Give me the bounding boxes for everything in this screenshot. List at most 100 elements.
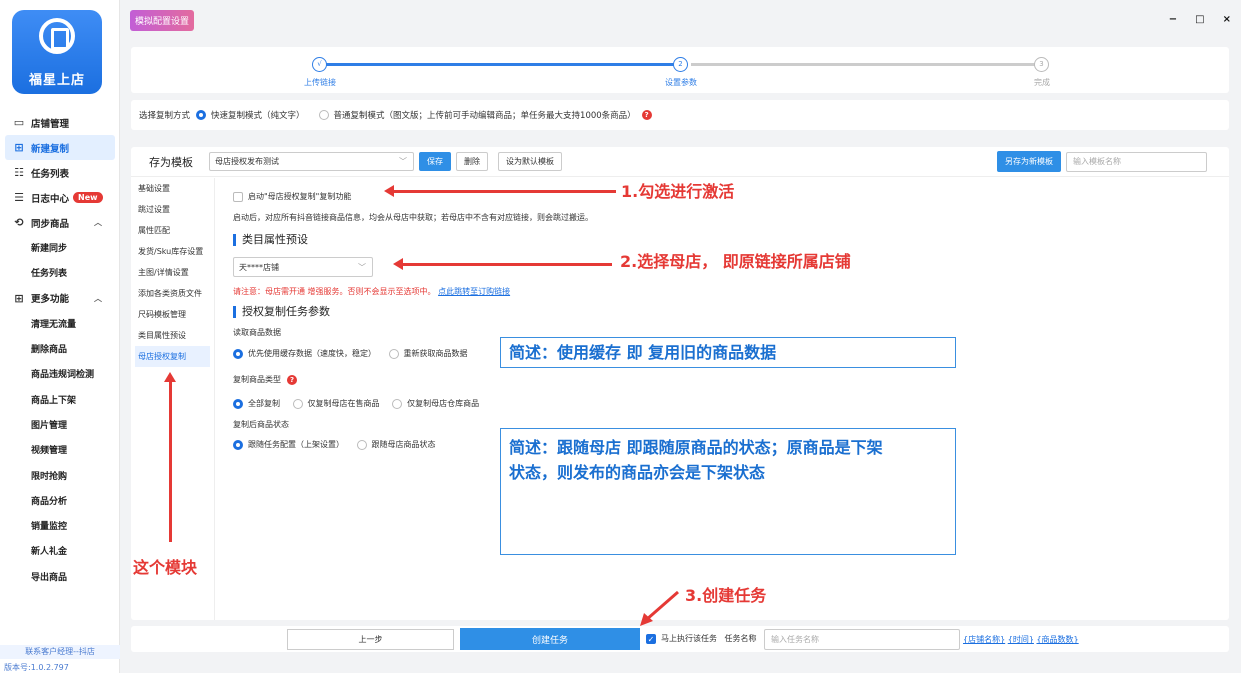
step-2-label: 设置参数 [665, 78, 697, 87]
sidebar-item-store[interactable]: ▭ 店铺管理 [0, 110, 120, 135]
subnav-parent-store-copy[interactable]: 母店授权复制 [135, 346, 210, 367]
tag-product-count[interactable]: {商品数数} [1036, 635, 1078, 644]
log-icon: ☰ [14, 191, 24, 204]
minimize-button[interactable]: − [1169, 14, 1177, 25]
copy-type-label: 复制商品类型 [233, 375, 281, 384]
sidebar-sub-new-sync[interactable]: 新建同步 [0, 235, 120, 260]
sidebar-sub-item[interactable]: 商品分析 [0, 488, 120, 513]
sidebar-sub-item[interactable]: 图片管理 [0, 412, 120, 437]
sidebar-item-task-list[interactable]: ☷ 任务列表 [0, 160, 120, 185]
template-name-input[interactable]: 输入模板名称 [1066, 151, 1207, 172]
sidebar-sub-item[interactable]: 销量监控 [0, 513, 120, 538]
subnav-size-template[interactable]: 尺码模板管理 [131, 304, 214, 325]
tag-time[interactable]: {时间} [1008, 635, 1034, 644]
subscribe-link[interactable]: 点此跳转至订购链接 [438, 287, 510, 296]
subnav-qualification[interactable]: 添加各类资质文件 [131, 283, 214, 304]
annotation-box-state: 简述：跟随母店 即跟随原商品的状态；原商品是下架 状态，则发布的商品亦会是下架状… [500, 428, 956, 555]
sidebar-sub-item[interactable]: 限时抢购 [0, 462, 120, 487]
template-select[interactable]: 母店授权发布测试 ﹀ [209, 152, 414, 171]
task-name-input[interactable]: 输入任务名称 [764, 629, 960, 650]
store-note: 请注意：母店需开通 增强服务。否则不会显示至选项中。 点此跳转至订购链接 [233, 286, 510, 297]
annotation-arrow-1 [384, 185, 616, 197]
state-follow-task-option[interactable]: 跟随任务配置（上架设置） [233, 439, 344, 450]
sidebar-sub-item[interactable]: 新人礼金 [0, 538, 120, 563]
sidebar-sub-item[interactable]: 商品上下架 [0, 386, 120, 411]
copy-type-label-row: 复制商品类型? [233, 374, 297, 385]
normal-mode-radio[interactable] [318, 110, 329, 120]
annotation-box-state-line2: 状态，则发布的商品亦会是下架状态 [509, 463, 766, 482]
annotation-arrow-module [164, 372, 176, 542]
copy-state-label: 复制后商品状态 [233, 420, 289, 429]
enable-parent-copy-checkbox[interactable] [233, 191, 243, 202]
save-template-button[interactable]: 保存 [419, 152, 451, 171]
annotation-arrow-3 [640, 590, 679, 626]
contact-manager-link[interactable]: 联系客户经理--抖店 [0, 645, 120, 659]
read-cache-option[interactable]: 优先使用缓存数据（速度快，稳定） [233, 348, 376, 359]
fast-mode-label[interactable]: 快速复制模式（纯文字） [211, 109, 305, 121]
tag-store-name[interactable]: {店铺名称} [963, 635, 1005, 644]
subnav-shipping-sku[interactable]: 发货/Sku库存设置 [131, 241, 214, 262]
sidebar-sub-item[interactable]: 导出商品 [0, 564, 120, 589]
bottom-action-bar: 上一步 创建任务 ✓ 马上执行该任务 任务名称 输入任务名称 {店铺名称} {时间… [131, 626, 1229, 652]
window-controls: − □ × [1169, 14, 1231, 25]
enable-parent-copy-label[interactable]: 启动"母店授权复制"复制功能 [248, 192, 351, 201]
task-name-tags: {店铺名称} {时间} {商品数数} [963, 634, 1079, 645]
close-button[interactable]: × [1223, 14, 1231, 25]
annotation-arrow-2 [393, 258, 612, 270]
subnav-attr-match[interactable]: 属性匹配 [131, 220, 214, 241]
type-all-radio[interactable] [233, 398, 243, 409]
annotation-box-cache: 简述：使用缓存 即 复用旧的商品数据 [500, 337, 956, 368]
sidebar-sub-item[interactable]: 清理无流量 [0, 311, 120, 336]
template-label: 存为模板 [149, 155, 193, 169]
sidebar-item-more[interactable]: ⊞ 更多功能 ︿ [0, 286, 120, 311]
type-all-option[interactable]: 全部复制 [233, 398, 280, 409]
state-follow-parent-option[interactable]: 跟随母店商品状态 [356, 439, 436, 450]
save-as-new-template-button[interactable]: 另存为新模板 [997, 151, 1061, 172]
set-default-template-button[interactable]: 设为默认模板 [498, 152, 562, 171]
subnav-images[interactable]: 主图/详情设置 [131, 262, 214, 283]
task-name-label: 任务名称 [724, 634, 757, 643]
subnav-skip[interactable]: 跳过设置 [131, 199, 214, 220]
sync-icon: ⟲ [14, 216, 24, 229]
state-follow-task-radio[interactable] [233, 439, 243, 450]
fast-mode-radio[interactable] [196, 110, 207, 120]
step-3-dot: 3 [1034, 57, 1049, 72]
type-onsale-radio[interactable] [292, 398, 303, 409]
sidebar-sub-item[interactable]: 删除商品 [0, 336, 120, 361]
progress-line-done [321, 63, 681, 66]
subnav-category-preset[interactable]: 类目属性预设 [131, 325, 214, 346]
parent-store-select[interactable]: 天****店铺 ﹀ [233, 257, 373, 277]
help-icon[interactable]: ? [287, 375, 297, 385]
type-warehouse-radio[interactable] [392, 398, 403, 409]
sidebar-sub-item[interactable]: 视频管理 [0, 437, 120, 462]
app-name: 福星上店 [28, 73, 85, 88]
type-warehouse-option[interactable]: 仅复制母店仓库商品 [392, 398, 479, 409]
exec-now-label[interactable]: 马上执行该任务 [661, 634, 717, 643]
sidebar-item-sync[interactable]: ⟲ 同步商品 ︿ [0, 210, 120, 235]
read-cache-radio[interactable] [233, 348, 243, 359]
annotation-step-1: 1.勾选进行激活 [621, 182, 735, 201]
maximize-button[interactable]: □ [1195, 14, 1204, 25]
type-onsale-option[interactable]: 仅复制母店在售商品 [292, 398, 380, 409]
sidebar-item-new-copy[interactable]: ⊞ 新建复制 [5, 135, 115, 160]
sidebar-sub-sync-tasks[interactable]: 任务列表 [0, 260, 120, 285]
exec-now-checkbox[interactable]: ✓ [646, 633, 656, 644]
help-icon[interactable]: ? [641, 110, 652, 120]
read-refetch-radio[interactable] [388, 348, 399, 359]
subnav-basic[interactable]: 基础设置 [131, 178, 214, 199]
create-task-button[interactable]: 创建任务 [460, 628, 640, 650]
chevron-down-icon: ﹀ [358, 262, 366, 272]
auth-copy-title: 授权复制任务参数 [233, 306, 330, 318]
state-follow-parent-radio[interactable] [356, 439, 367, 450]
grid-icon: ⊞ [14, 291, 24, 305]
sidebar-item-log[interactable]: ☰ 日志中心 New [0, 185, 120, 210]
delete-template-button[interactable]: 删除 [456, 152, 488, 171]
prev-step-button[interactable]: 上一步 [287, 629, 454, 650]
chevron-down-icon: ﹀ [399, 157, 407, 166]
sidebar-nav: ▭ 店铺管理 ⊞ 新建复制 ☷ 任务列表 ☰ 日志中心 New ⟲ 同步商品 ︿ 新建同步 任… [0, 110, 120, 589]
exec-now-row: ✓ 马上执行该任务 任务名称 [646, 633, 757, 644]
read-refetch-option[interactable]: 重新获取商品数据 [388, 348, 468, 359]
normal-mode-label[interactable]: 普通复制模式（图文版；上传前可手动编辑商品；单任务最大支持1000条商品） [334, 109, 636, 121]
store-icon: ▭ [13, 116, 25, 129]
sidebar-sub-item[interactable]: 商品违规词检测 [0, 361, 120, 386]
